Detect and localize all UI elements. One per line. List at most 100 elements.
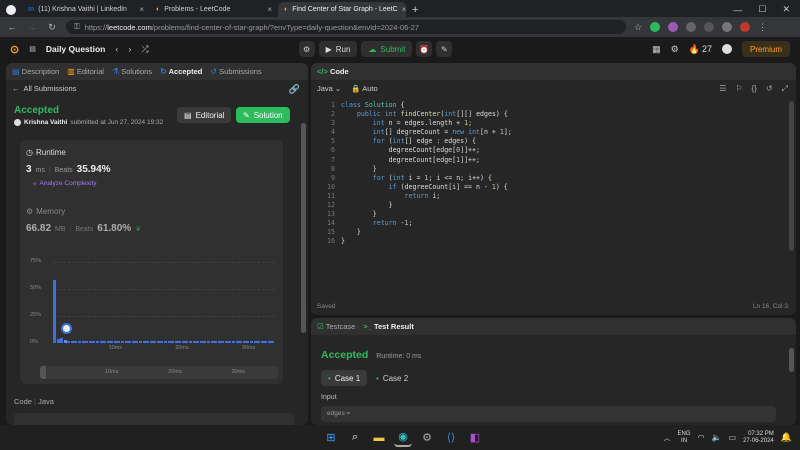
chart-bar[interactable]	[74, 340, 78, 343]
chart-bar[interactable]	[95, 340, 99, 343]
search-icon[interactable]: ⌕	[346, 429, 364, 447]
code-body[interactable]: class Solution { public int findCenter(i…	[341, 101, 781, 247]
new-tab-button[interactable]: +	[406, 2, 424, 17]
analyze-complexity-link[interactable]: ✧ Analyze Complexity	[32, 180, 97, 188]
browser-tab-find-center[interactable]: ◐ Find Center of Star Graph - LeetC ×	[278, 2, 406, 17]
chart-bar[interactable]	[88, 340, 92, 343]
browser-tab-problems[interactable]: ◐ Problems - LeetCode ×	[150, 2, 278, 17]
chart-bar[interactable]	[185, 340, 189, 343]
close-icon[interactable]: ×	[139, 5, 144, 14]
chart-bar[interactable]	[224, 340, 228, 343]
chart-bar[interactable]	[160, 340, 164, 343]
all-submissions-link[interactable]: ← All Submissions	[12, 84, 76, 93]
submit-button[interactable]: ☁ Submit	[361, 41, 413, 57]
run-button[interactable]: ▶ Run	[318, 41, 358, 57]
chart-bar[interactable]	[264, 340, 268, 343]
chart-bar[interactable]	[92, 340, 96, 343]
user-name-link[interactable]: Krishna Vaithi	[24, 119, 67, 126]
chart-bar[interactable]	[142, 340, 146, 343]
vscode-icon[interactable]: ⟨⟩	[442, 429, 460, 447]
debug-icon[interactable]: ⚙	[298, 41, 315, 57]
code-line[interactable]: degreeCount[edge[1]]++;	[341, 156, 781, 165]
wifi-icon[interactable]: ◠	[698, 433, 705, 442]
code-line[interactable]: int[] degreeCount = new int[n + 1];	[341, 128, 781, 137]
chart-bar[interactable]	[206, 340, 210, 343]
chart-bar[interactable]	[99, 340, 103, 343]
chart-bar[interactable]	[210, 340, 214, 343]
chart-bar[interactable]	[81, 340, 85, 343]
layout-icon[interactable]: ▦	[652, 44, 661, 55]
chart-bar[interactable]	[78, 340, 82, 343]
chart-bar[interactable]	[167, 340, 171, 343]
windows-start-icon[interactable]: ⊞	[322, 429, 340, 447]
chart-bar[interactable]	[228, 340, 232, 343]
code-line[interactable]: }	[341, 165, 781, 174]
extension-icon[interactable]	[650, 22, 661, 32]
browser-profile-icon[interactable]	[0, 2, 22, 17]
clock[interactable]: 07:32 PM 27-06-2024	[743, 431, 774, 445]
chart-bar[interactable]	[113, 340, 117, 343]
share-link-icon[interactable]: 🔗	[289, 84, 300, 95]
forward-arrow-icon[interactable]: →	[26, 22, 38, 32]
premium-button[interactable]: Premium	[741, 41, 790, 57]
chart-bar[interactable]	[214, 340, 218, 343]
chart-bar[interactable]	[135, 340, 139, 343]
tab-testcase[interactable]: ☑ Testcase	[317, 322, 355, 331]
chart-bar[interactable]	[253, 340, 257, 343]
reload-icon[interactable]: ↻	[46, 22, 58, 33]
tab-editorial[interactable]: ▥ Editorial	[67, 67, 104, 76]
scrollbar[interactable]	[301, 123, 306, 333]
tab-accepted[interactable]: ↻ Accepted	[160, 67, 202, 76]
shuffle-icon[interactable]: ⤮	[141, 44, 148, 55]
chart-bar[interactable]	[146, 340, 150, 343]
chart-bar[interactable]	[196, 340, 200, 343]
expand-icon[interactable]: ⤢	[782, 84, 788, 94]
chart-bar[interactable]	[164, 340, 167, 343]
tab-solutions[interactable]: ⚗ Solutions	[112, 67, 152, 76]
code-line[interactable]: return i;	[341, 192, 781, 201]
chart-bar[interactable]	[242, 340, 246, 343]
chart-bar[interactable]	[267, 340, 271, 343]
chart-bar[interactable]	[56, 338, 60, 343]
code-line[interactable]: public int findCenter(int[][] edges) {	[341, 110, 781, 119]
tab-submissions[interactable]: ↺ Submissions	[210, 67, 261, 76]
chart-bar[interactable]	[203, 340, 207, 343]
chart-bar[interactable]	[117, 340, 121, 343]
code-line[interactable]: }	[341, 210, 781, 219]
chart-bar[interactable]	[249, 340, 253, 343]
case-2-button[interactable]: • Case 2	[369, 370, 415, 386]
braces-icon[interactable]: {}	[752, 84, 757, 94]
chart-bar[interactable]	[271, 340, 275, 343]
editorial-button[interactable]: ▤ Editorial	[177, 107, 232, 123]
leetcode-logo-icon[interactable]: ⊙	[10, 43, 19, 56]
code-line[interactable]: }	[341, 237, 781, 246]
bookmark-star-icon[interactable]: ☆	[634, 22, 642, 33]
code-line[interactable]: degreeCount[edge[0]]++;	[341, 146, 781, 155]
solution-button[interactable]: ✎ Solution	[236, 107, 290, 123]
code-line[interactable]: return -1;	[341, 219, 781, 228]
chart-bar[interactable]	[189, 340, 193, 343]
chart-bar[interactable]	[181, 340, 185, 343]
chart-bar[interactable]	[199, 340, 203, 343]
chart-bar[interactable]	[217, 340, 221, 343]
code-line[interactable]: int n = edges.length + 1;	[341, 119, 781, 128]
more-menu-icon[interactable]: ⋮	[758, 22, 767, 33]
settings-icon[interactable]: ⚙	[671, 44, 679, 55]
chart-bar[interactable]	[67, 340, 71, 343]
extension-icon[interactable]	[722, 22, 733, 32]
chart-bar[interactable]	[192, 340, 196, 343]
page-title[interactable]: Daily Question	[46, 44, 106, 54]
chart-bar[interactable]	[235, 340, 239, 343]
code-line[interactable]: class Solution {	[341, 101, 781, 110]
url-input[interactable]: ⚿ https://leetcode.com/problems/find-cen…	[66, 20, 626, 34]
chart-bar[interactable]	[138, 340, 142, 343]
code-line[interactable]: for (int i = 1; i <= n; i++) {	[341, 174, 781, 183]
code-line[interactable]: for (int[] edge : edges) {	[341, 137, 781, 146]
close-window-icon[interactable]: ✕	[782, 4, 790, 15]
settings-icon[interactable]: ⚙	[418, 429, 436, 447]
chart-bar[interactable]	[178, 340, 182, 343]
autocomplete-toggle[interactable]: 🔒 Auto	[351, 84, 377, 93]
chart-bar[interactable]	[153, 340, 157, 343]
chart-bar[interactable]	[121, 340, 125, 343]
chart-range-slider[interactable]: 10ms 20ms 30ms	[40, 366, 278, 379]
